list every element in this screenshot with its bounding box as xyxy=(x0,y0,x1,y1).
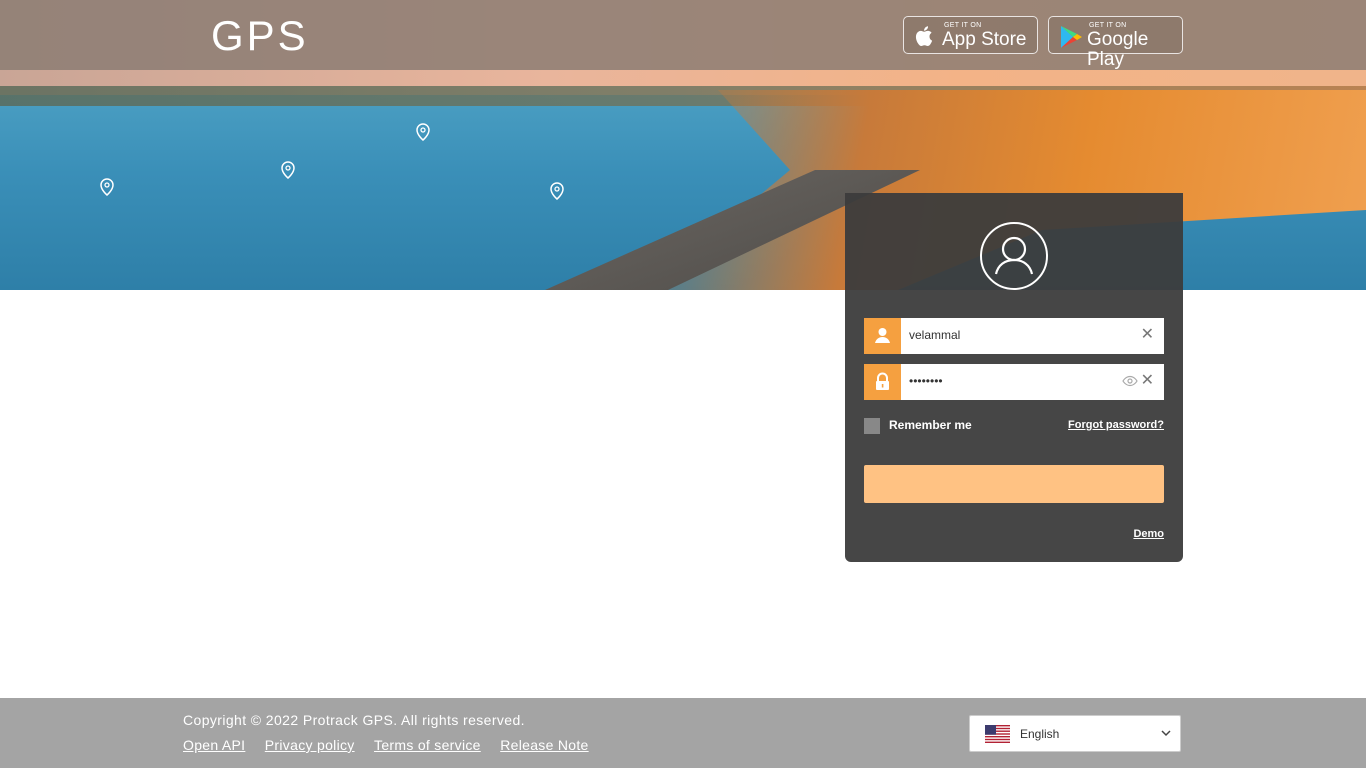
open-api-link[interactable]: Open API xyxy=(183,737,245,753)
location-pin-icon xyxy=(416,123,430,141)
privacy-policy-link[interactable]: Privacy policy xyxy=(265,737,355,753)
terms-of-service-link[interactable]: Terms of service xyxy=(374,737,481,753)
app-store-button[interactable]: GET IT ON App Store xyxy=(903,16,1038,54)
location-pin-icon xyxy=(281,161,295,179)
remember-me-label: Remember me xyxy=(889,418,972,432)
top-bar: GPS GET IT ON App Store GET IT ON Google… xyxy=(0,0,1366,70)
language-label: English xyxy=(1020,727,1060,741)
user-icon xyxy=(864,318,901,354)
google-play-icon xyxy=(1061,26,1082,48)
forgot-password-link[interactable]: Forgot password? xyxy=(1068,419,1164,431)
password-value: •••••••• xyxy=(909,374,943,388)
us-flag-icon xyxy=(985,725,1010,743)
login-button[interactable] xyxy=(864,465,1164,503)
lock-icon xyxy=(864,364,901,400)
google-play-small-label: GET IT ON xyxy=(1089,22,1127,29)
footer: Copyright © 2022 Protrack GPS. All right… xyxy=(0,698,1366,768)
app-store-label: App Store xyxy=(942,29,1027,50)
demo-link[interactable]: Demo xyxy=(1133,528,1164,540)
google-play-button[interactable]: GET IT ON Google Play xyxy=(1048,16,1183,70)
app-store-small-label: GET IT ON xyxy=(944,22,982,29)
show-password-icon[interactable] xyxy=(1122,373,1138,389)
chevron-down-icon xyxy=(1161,730,1171,737)
location-pin-icon xyxy=(550,182,564,200)
user-avatar-icon xyxy=(980,222,1048,290)
location-pin-icon xyxy=(100,178,114,196)
clear-username-icon[interactable]: ✕ xyxy=(1141,326,1154,344)
language-select[interactable]: English xyxy=(969,715,1181,752)
login-panel: velammal ✕ •••••••• ✕ Remember me Forgot… xyxy=(845,193,1183,562)
password-field[interactable]: •••••••• ✕ xyxy=(864,364,1164,400)
footer-links: Open API Privacy policy Terms of service… xyxy=(183,737,604,755)
copyright-text: Copyright © 2022 Protrack GPS. All right… xyxy=(183,712,525,728)
apple-icon xyxy=(915,26,933,47)
brand-logo[interactable]: GPS xyxy=(211,14,309,58)
remember-me-checkbox[interactable] xyxy=(864,418,880,434)
release-note-link[interactable]: Release Note xyxy=(500,737,588,753)
clear-password-icon[interactable]: ✕ xyxy=(1141,372,1154,390)
username-field[interactable]: velammal ✕ xyxy=(864,318,1164,354)
username-value: velammal xyxy=(909,328,961,342)
google-play-label: Google Play xyxy=(1087,29,1149,70)
